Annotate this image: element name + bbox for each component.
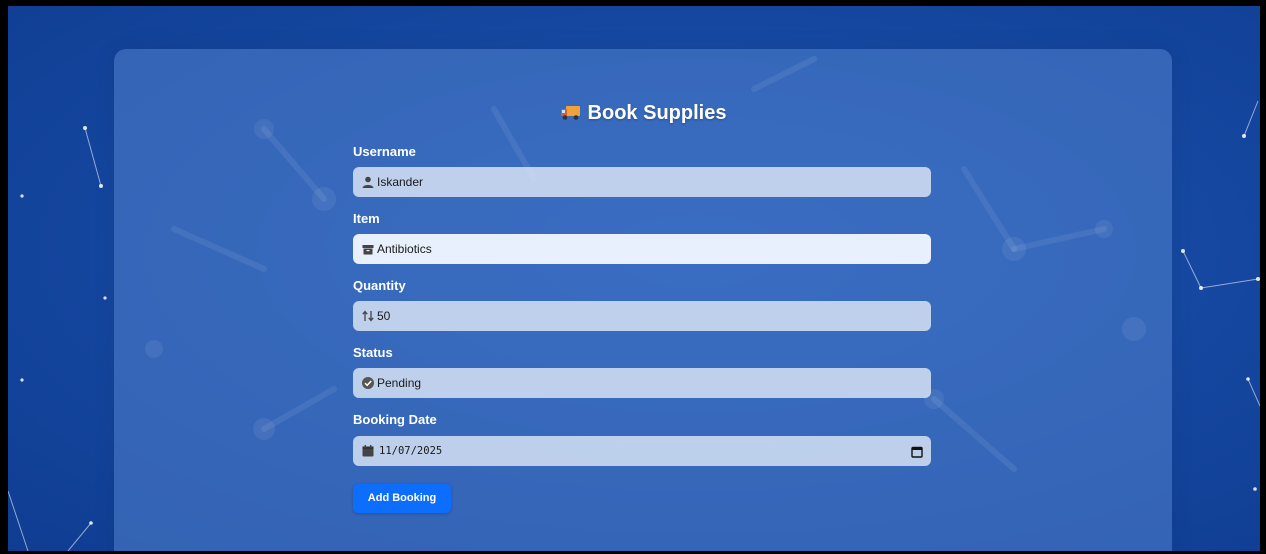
item-value: Antibiotics [377, 242, 432, 256]
username-value: Iskander [377, 175, 424, 189]
status-label: Status [353, 345, 393, 360]
booking-date-field[interactable]: 11/07/2025 [353, 436, 931, 466]
booking-date-value: 11/07/2025 [379, 445, 443, 457]
check-circle-icon [361, 376, 375, 390]
booking-card: Book Supplies Username Iskander Item Ant… [114, 49, 1172, 551]
item-label: Item [353, 211, 380, 226]
booking-date-label: Booking Date [353, 412, 437, 427]
calendar-icon [361, 444, 375, 458]
username-field[interactable]: Iskander [353, 167, 931, 197]
username-label: Username [353, 144, 416, 159]
calendar-picker-icon[interactable] [911, 445, 923, 458]
app-window: Book Supplies Username Iskander Item Ant… [8, 6, 1260, 551]
truck-icon [560, 103, 582, 127]
item-field[interactable]: Antibiotics [353, 234, 931, 264]
page-title: Book Supplies [353, 101, 933, 127]
sort-arrows-icon [361, 309, 375, 323]
quantity-label: Quantity [353, 278, 406, 293]
box-icon [361, 242, 375, 256]
quantity-value: 50 [377, 309, 391, 323]
quantity-field[interactable]: 50 [353, 301, 931, 331]
status-value: Pending [377, 376, 422, 390]
add-booking-button[interactable]: Add Booking [353, 484, 451, 513]
user-icon [361, 175, 375, 189]
status-field[interactable]: Pending [353, 368, 931, 398]
